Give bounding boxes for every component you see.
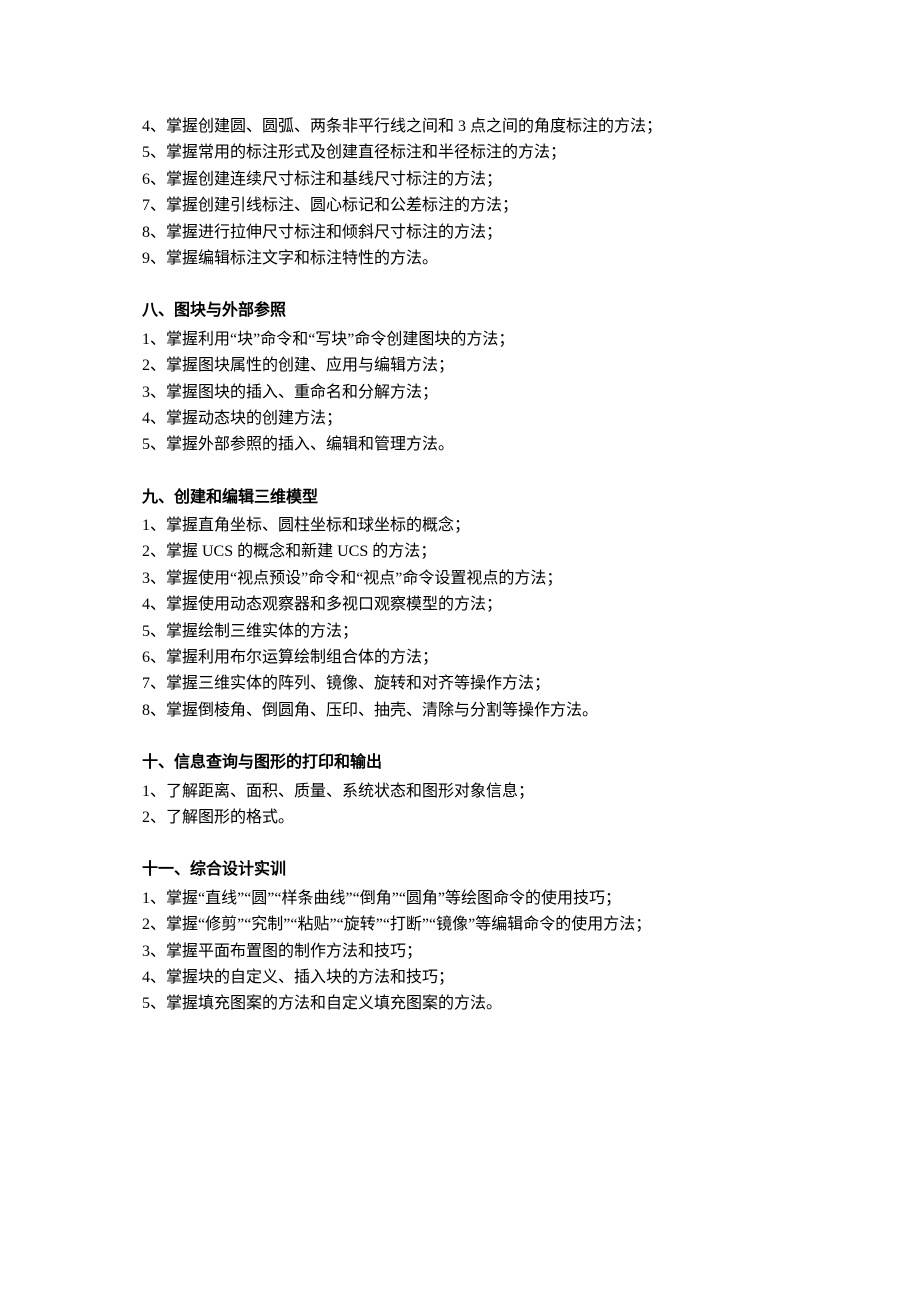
- list-item: 3、掌握平面布置图的制作方法和技巧；: [142, 939, 780, 965]
- section-eight: 八、图块与外部参照 1、掌握利用“块”命令和“写块”命令创建图块的方法； 2、掌…: [142, 298, 780, 458]
- list-item: 6、掌握利用布尔运算绘制组合体的方法；: [142, 645, 780, 671]
- list-item: 8、掌握进行拉伸尺寸标注和倾斜尺寸标注的方法；: [142, 220, 780, 246]
- list-item: 7、掌握三维实体的阵列、镜像、旋转和对齐等操作方法；: [142, 671, 780, 697]
- list-item: 1、掌握“直线”“圆”“样条曲线”“倒角”“圆角”等绘图命令的使用技巧；: [142, 886, 780, 912]
- list-item: 5、掌握绘制三维实体的方法；: [142, 619, 780, 645]
- section-ten: 十、信息查询与图形的打印和输出 1、了解距离、面积、质量、系统状态和图形对象信息…: [142, 750, 780, 831]
- section-heading: 八、图块与外部参照: [142, 298, 780, 324]
- list-item: 2、掌握 UCS 的概念和新建 UCS 的方法；: [142, 539, 780, 565]
- list-item: 1、掌握利用“块”命令和“写块”命令创建图块的方法；: [142, 327, 780, 353]
- list-item: 9、掌握编辑标注文字和标注特性的方法。: [142, 246, 780, 272]
- section-heading: 九、创建和编辑三维模型: [142, 485, 780, 511]
- list-item: 4、掌握块的自定义、插入块的方法和技巧；: [142, 965, 780, 991]
- list-item: 4、掌握创建圆、圆弧、两条非平行线之间和 3 点之间的角度标注的方法；: [142, 114, 780, 140]
- section-heading: 十、信息查询与图形的打印和输出: [142, 750, 780, 776]
- list-item: 3、掌握图块的插入、重命名和分解方法；: [142, 380, 780, 406]
- list-item: 1、掌握直角坐标、圆柱坐标和球坐标的概念；: [142, 513, 780, 539]
- list-item: 3、掌握使用“视点预设”命令和“视点”命令设置视点的方法；: [142, 566, 780, 592]
- list-item: 5、掌握外部参照的插入、编辑和管理方法。: [142, 432, 780, 458]
- list-item: 4、掌握使用动态观察器和多视口观察模型的方法；: [142, 592, 780, 618]
- list-item: 4、掌握动态块的创建方法；: [142, 406, 780, 432]
- list-item: 2、掌握图块属性的创建、应用与编辑方法；: [142, 353, 780, 379]
- section-heading: 十一、综合设计实训: [142, 857, 780, 883]
- list-item: 5、掌握常用的标注形式及创建直径标注和半径标注的方法；: [142, 140, 780, 166]
- section-continuation: 4、掌握创建圆、圆弧、两条非平行线之间和 3 点之间的角度标注的方法； 5、掌握…: [142, 114, 780, 272]
- list-item: 2、了解图形的格式。: [142, 805, 780, 831]
- list-item: 1、了解距离、面积、质量、系统状态和图形对象信息；: [142, 779, 780, 805]
- section-nine: 九、创建和编辑三维模型 1、掌握直角坐标、圆柱坐标和球坐标的概念； 2、掌握 U…: [142, 485, 780, 725]
- list-item: 6、掌握创建连续尺寸标注和基线尺寸标注的方法；: [142, 167, 780, 193]
- list-item: 2、掌握“修剪”“究制”“粘贴”“旋转”“打断”“镜像”等编辑命令的使用方法；: [142, 912, 780, 938]
- document-page: 4、掌握创建圆、圆弧、两条非平行线之间和 3 点之间的角度标注的方法； 5、掌握…: [0, 0, 920, 1301]
- list-item: 5、掌握填充图案的方法和自定义填充图案的方法。: [142, 991, 780, 1017]
- list-item: 7、掌握创建引线标注、圆心标记和公差标注的方法；: [142, 193, 780, 219]
- list-item: 8、掌握倒棱角、倒圆角、压印、抽壳、清除与分割等操作方法。: [142, 698, 780, 724]
- section-eleven: 十一、综合设计实训 1、掌握“直线”“圆”“样条曲线”“倒角”“圆角”等绘图命令…: [142, 857, 780, 1017]
